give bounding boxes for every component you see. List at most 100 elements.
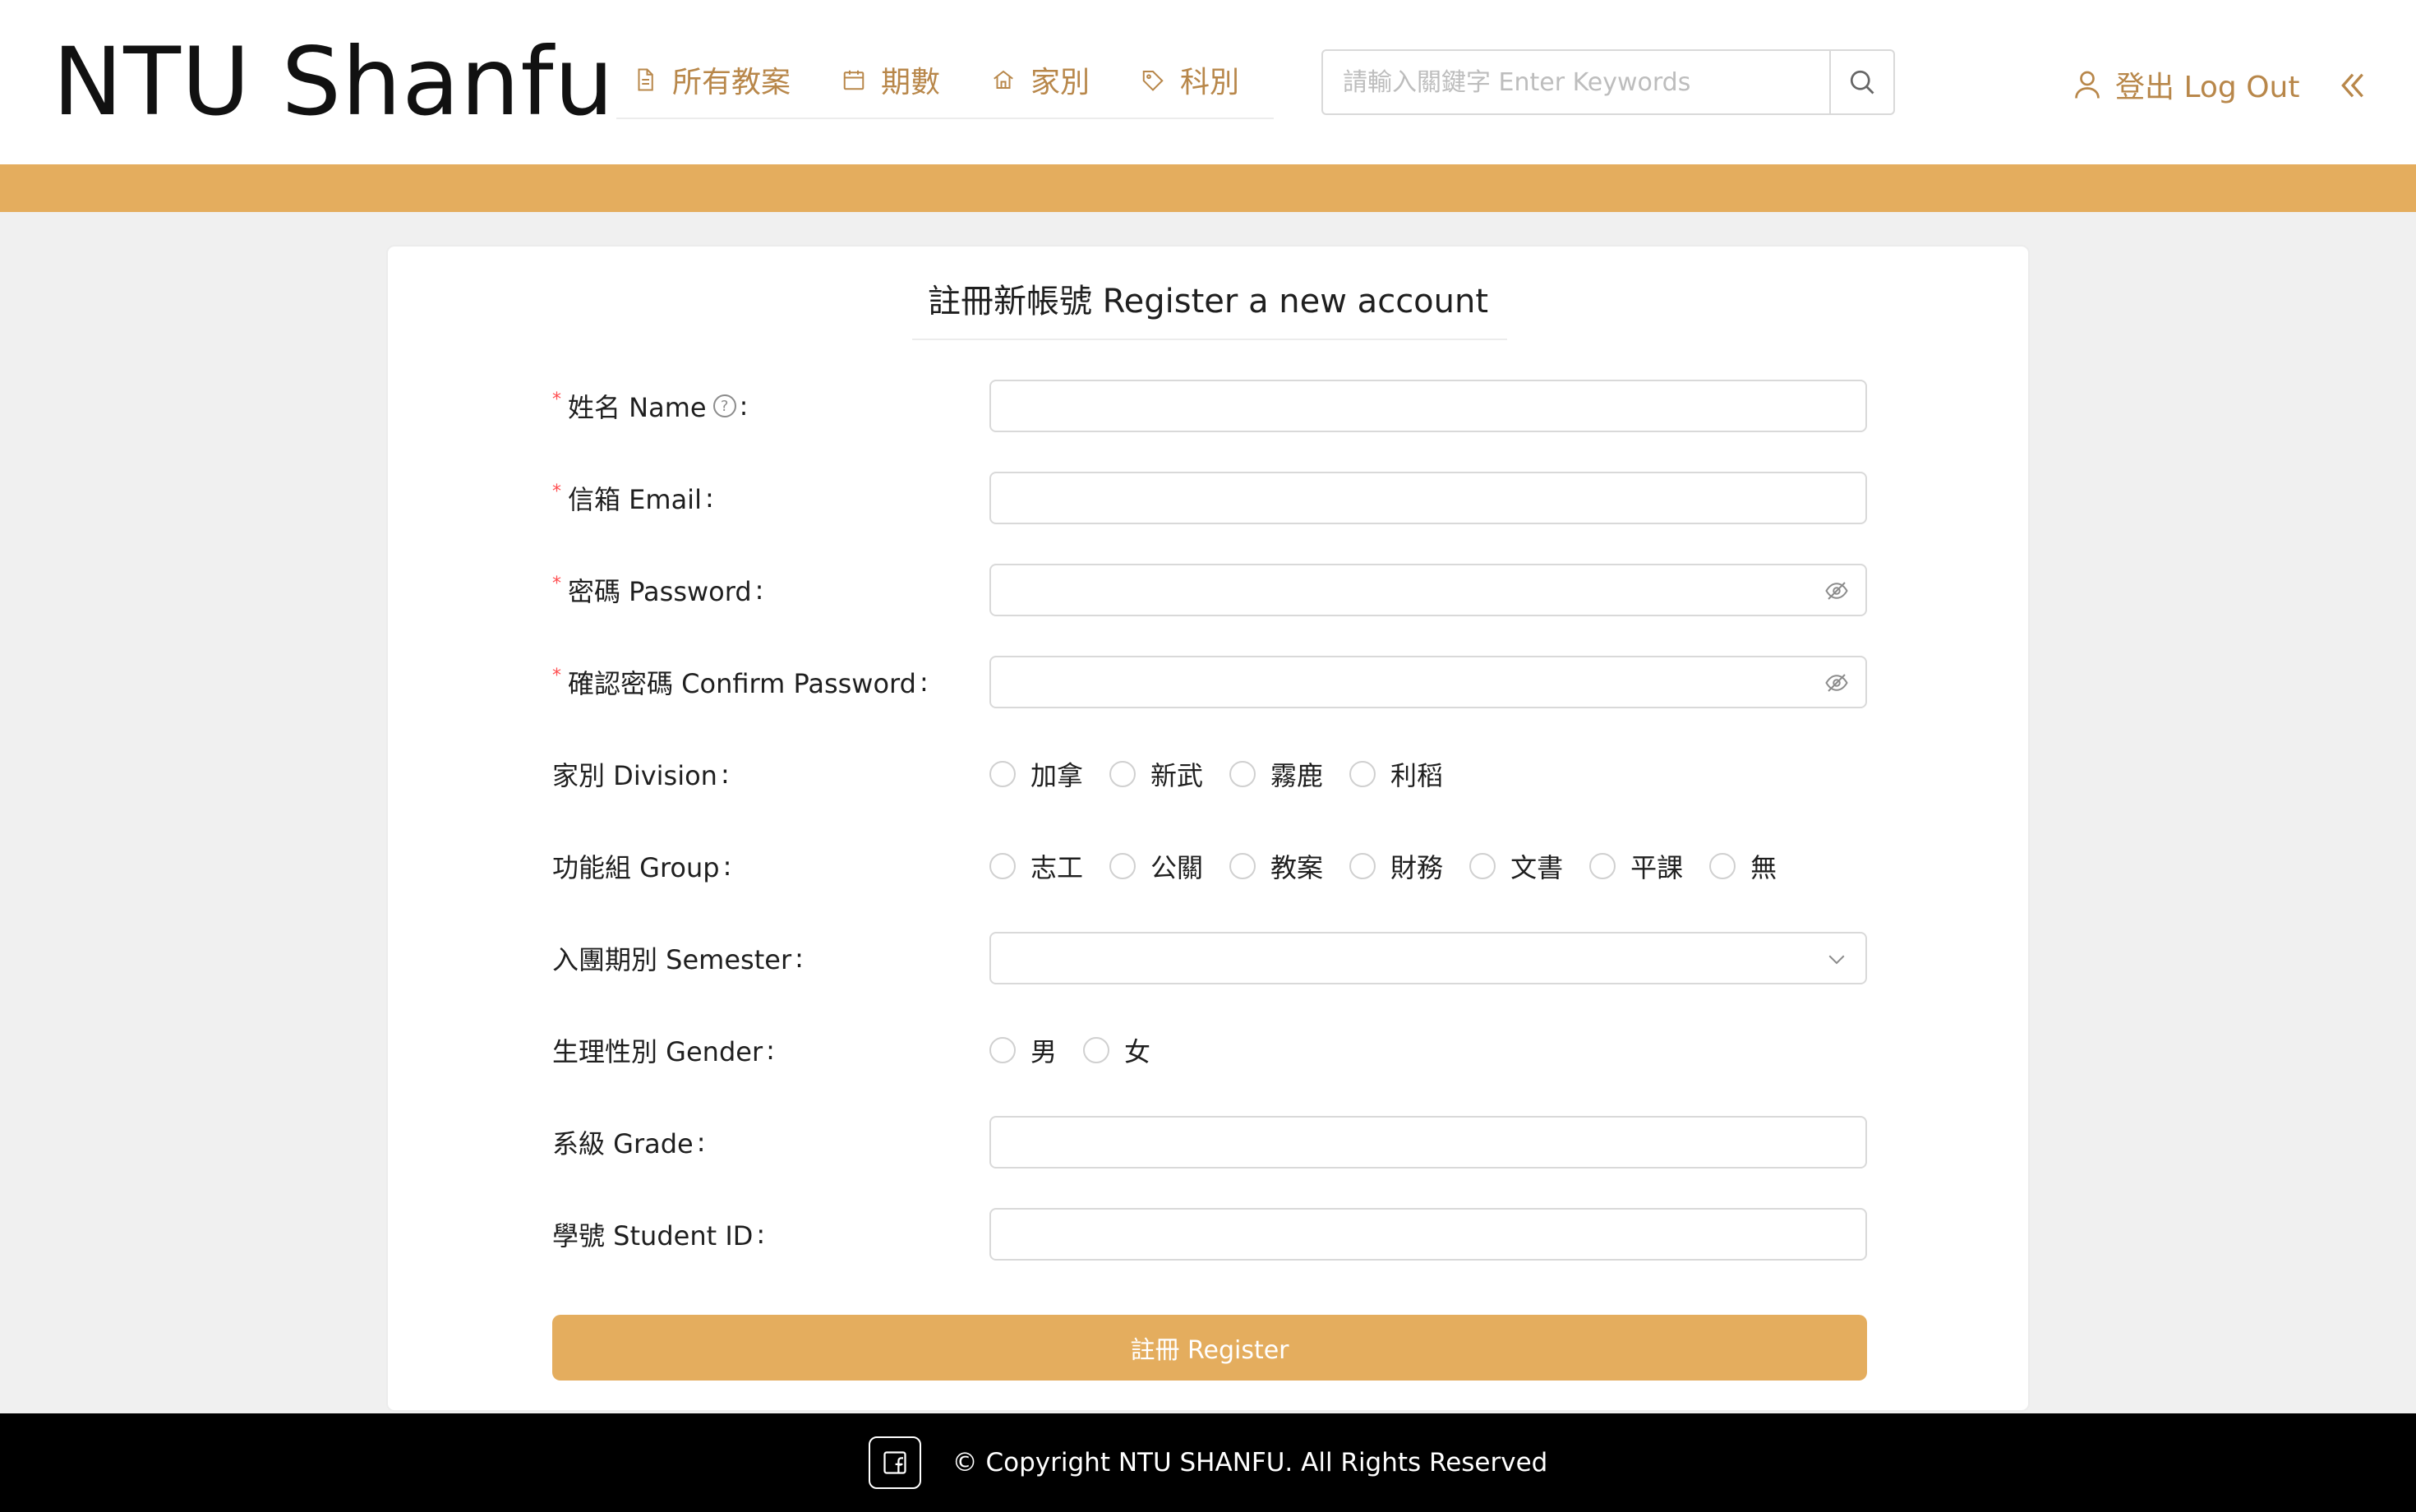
radio-label: 財務	[1390, 852, 1444, 883]
required-mark: *	[552, 665, 561, 686]
division-label: 家別 Division :	[552, 748, 963, 800]
radio-label: 新武	[1150, 760, 1204, 791]
confirm-password-input[interactable]	[991, 657, 1865, 707]
division-radio-option[interactable]: 利稻	[1349, 755, 1443, 793]
footer: © Copyright NTU SHANFU. All Rights Reser…	[0, 1413, 2416, 1512]
radio-circle[interactable]	[989, 761, 1016, 787]
division-label-text: 家別 Division	[552, 760, 717, 791]
email-label-text: 信箱 Email	[568, 484, 702, 515]
name-field	[989, 380, 1867, 432]
radio-label: 女	[1124, 1036, 1151, 1067]
student-id-input[interactable]	[991, 1210, 1865, 1259]
label-colon: :	[754, 574, 764, 606]
radio-circle[interactable]	[1349, 853, 1376, 879]
student-id-field	[989, 1208, 1867, 1261]
search-icon	[1850, 70, 1874, 94]
user-icon	[2075, 71, 2100, 99]
form-row-semester: 入團期別 Semester :	[552, 932, 1867, 984]
required-mark: *	[552, 573, 561, 594]
chevron-down-icon	[1828, 955, 1845, 965]
grade-input[interactable]	[991, 1118, 1865, 1167]
semester-select[interactable]	[989, 932, 1867, 984]
nav-item-subjects[interactable]: 科別	[1141, 41, 1239, 118]
form-row-confirm-password: * 確認密碼 Confirm Password :	[552, 656, 1867, 708]
radio-label: 利稻	[1390, 760, 1444, 791]
accent-bar	[0, 164, 2416, 212]
radio-label: 平課	[1630, 852, 1684, 883]
nav-item-label: 期數	[881, 65, 941, 99]
label-colon: :	[696, 1127, 706, 1158]
semester-label: 入團期別 Semester :	[552, 932, 963, 984]
radio-circle[interactable]	[989, 1037, 1016, 1063]
radio-circle[interactable]	[1469, 853, 1496, 879]
email-label: * 信箱 Email :	[552, 472, 963, 524]
student-id-label: 學號 Student ID :	[552, 1208, 963, 1261]
nav-item-divisions[interactable]: 家別	[991, 41, 1090, 118]
radio-label: 文書	[1510, 852, 1564, 883]
label-colon: :	[919, 666, 929, 698]
site-logo[interactable]: NTU Shanfu	[53, 25, 615, 140]
logout-label: 登出 Log Out	[2115, 71, 2300, 104]
double-chevron-left-icon	[2341, 73, 2363, 98]
nav-item-semesters[interactable]: 期數	[841, 41, 940, 118]
division-radio-option[interactable]: 霧鹿	[1229, 755, 1323, 793]
division-radio-option[interactable]: 新武	[1109, 755, 1203, 793]
gender-radio-option[interactable]: 女	[1083, 1031, 1150, 1069]
label-colon: :	[704, 482, 714, 514]
label-colon: :	[739, 390, 749, 422]
form-row-group: 功能組 Group : 志工 公關 教案 財務 文書 平課 無	[552, 840, 1867, 892]
radio-circle[interactable]	[1349, 761, 1376, 787]
radio-circle[interactable]	[1229, 853, 1256, 879]
eye-invisible-icon[interactable]	[1824, 671, 1849, 695]
group-radio-option[interactable]: 文書	[1469, 847, 1563, 885]
email-input[interactable]	[991, 473, 1865, 523]
form-row-grade: 系級 Grade :	[552, 1116, 1867, 1169]
grade-field	[989, 1116, 1867, 1169]
radio-circle[interactable]	[1083, 1037, 1110, 1063]
radio-circle[interactable]	[1589, 853, 1616, 879]
label-colon: :	[756, 1219, 766, 1250]
document-icon	[638, 68, 653, 90]
password-label-text: 密碼 Password	[568, 576, 752, 607]
register-card: 註冊新帳號 Register a new account * 姓名 Name ?…	[386, 245, 2030, 1412]
home-icon	[994, 70, 1013, 89]
radio-label: 公關	[1150, 852, 1204, 883]
search-input[interactable]	[1323, 51, 1829, 113]
nav-item-all-lessons[interactable]: 所有教案	[633, 41, 791, 118]
confirm-password-label-text: 確認密碼 Confirm Password	[568, 668, 916, 699]
group-radio-option[interactable]: 財務	[1349, 847, 1443, 885]
division-radio-option[interactable]: 加拿	[989, 755, 1083, 793]
radio-label: 加拿	[1030, 760, 1084, 791]
form-row-student-id: 學號 Student ID :	[552, 1208, 1867, 1261]
radio-circle[interactable]	[1109, 853, 1137, 879]
name-label-text: 姓名 Name	[568, 392, 707, 423]
group-radio-option[interactable]: 公關	[1109, 847, 1203, 885]
logout-button[interactable]: 登出 Log Out	[2073, 56, 2299, 113]
collapse-button[interactable]	[2332, 62, 2373, 108]
gender-label-text: 生理性別 Gender	[552, 1036, 763, 1067]
radio-label: 志工	[1030, 852, 1084, 883]
group-radio-option[interactable]: 教案	[1229, 847, 1323, 885]
name-input[interactable]	[991, 381, 1865, 431]
gender-label: 生理性別 Gender :	[552, 1024, 963, 1076]
nav-item-label: 科別	[1180, 65, 1240, 99]
radio-circle[interactable]	[989, 853, 1016, 879]
group-radio-option[interactable]: 志工	[989, 847, 1083, 885]
password-input[interactable]	[991, 565, 1865, 615]
tag-icon	[1142, 70, 1164, 91]
label-colon: :	[722, 850, 732, 882]
group-radio-option[interactable]: 平課	[1589, 847, 1683, 885]
help-icon[interactable]: ?	[712, 394, 736, 417]
register-button[interactable]: 註冊 Register	[552, 1315, 1867, 1381]
radio-circle[interactable]	[1229, 761, 1256, 787]
label-colon: :	[720, 758, 730, 790]
facebook-link[interactable]	[868, 1436, 921, 1489]
radio-label: 男	[1030, 1036, 1058, 1067]
eye-invisible-icon[interactable]	[1824, 579, 1849, 603]
radio-circle[interactable]	[1109, 761, 1137, 787]
group-radio-option[interactable]: 無	[1709, 847, 1777, 885]
radio-circle[interactable]	[1709, 853, 1736, 879]
confirm-password-field	[989, 656, 1867, 708]
search-button[interactable]	[1829, 51, 1893, 113]
gender-radio-option[interactable]: 男	[989, 1031, 1057, 1069]
